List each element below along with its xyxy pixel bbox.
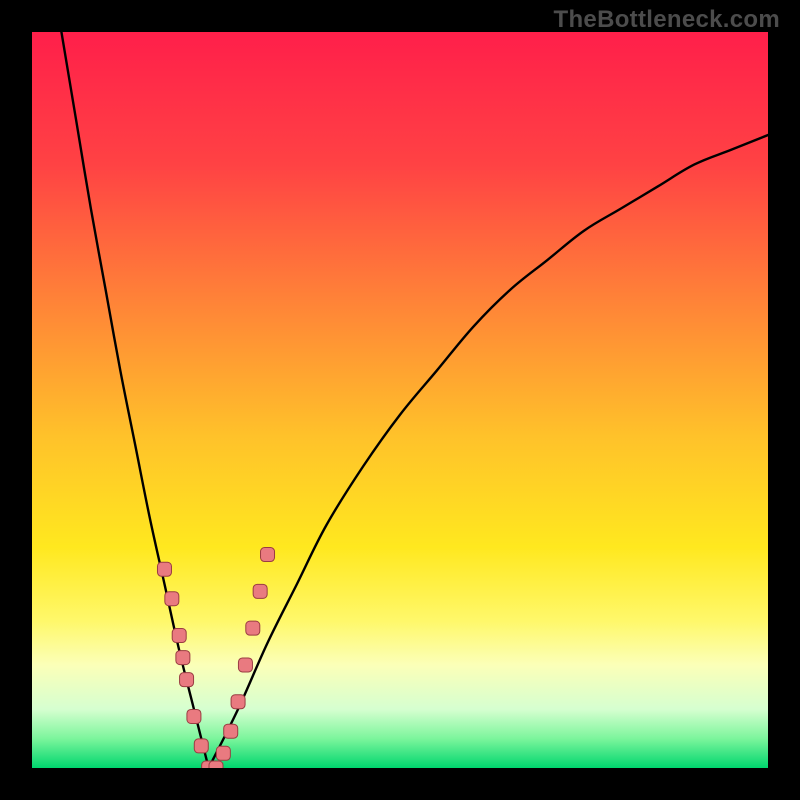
- curve-layer: [32, 32, 768, 768]
- sample-marker: [246, 621, 260, 635]
- sample-marker: [238, 658, 252, 672]
- sample-marker: [224, 724, 238, 738]
- sample-marker: [165, 592, 179, 606]
- chart-frame: TheBottleneck.com: [0, 0, 800, 800]
- sample-marker: [180, 673, 194, 687]
- sample-marker: [187, 709, 201, 723]
- sample-marker: [216, 746, 230, 760]
- sample-marker: [209, 761, 223, 768]
- v-curve-right: [209, 135, 768, 768]
- plot-area: [32, 32, 768, 768]
- sample-marker: [231, 695, 245, 709]
- sample-marker: [176, 651, 190, 665]
- sample-marker: [194, 739, 208, 753]
- watermark-text: TheBottleneck.com: [554, 6, 780, 34]
- sample-marker: [157, 562, 171, 576]
- sample-marker: [172, 629, 186, 643]
- sample-markers: [157, 548, 274, 768]
- sample-marker: [253, 584, 267, 598]
- sample-marker: [261, 548, 275, 562]
